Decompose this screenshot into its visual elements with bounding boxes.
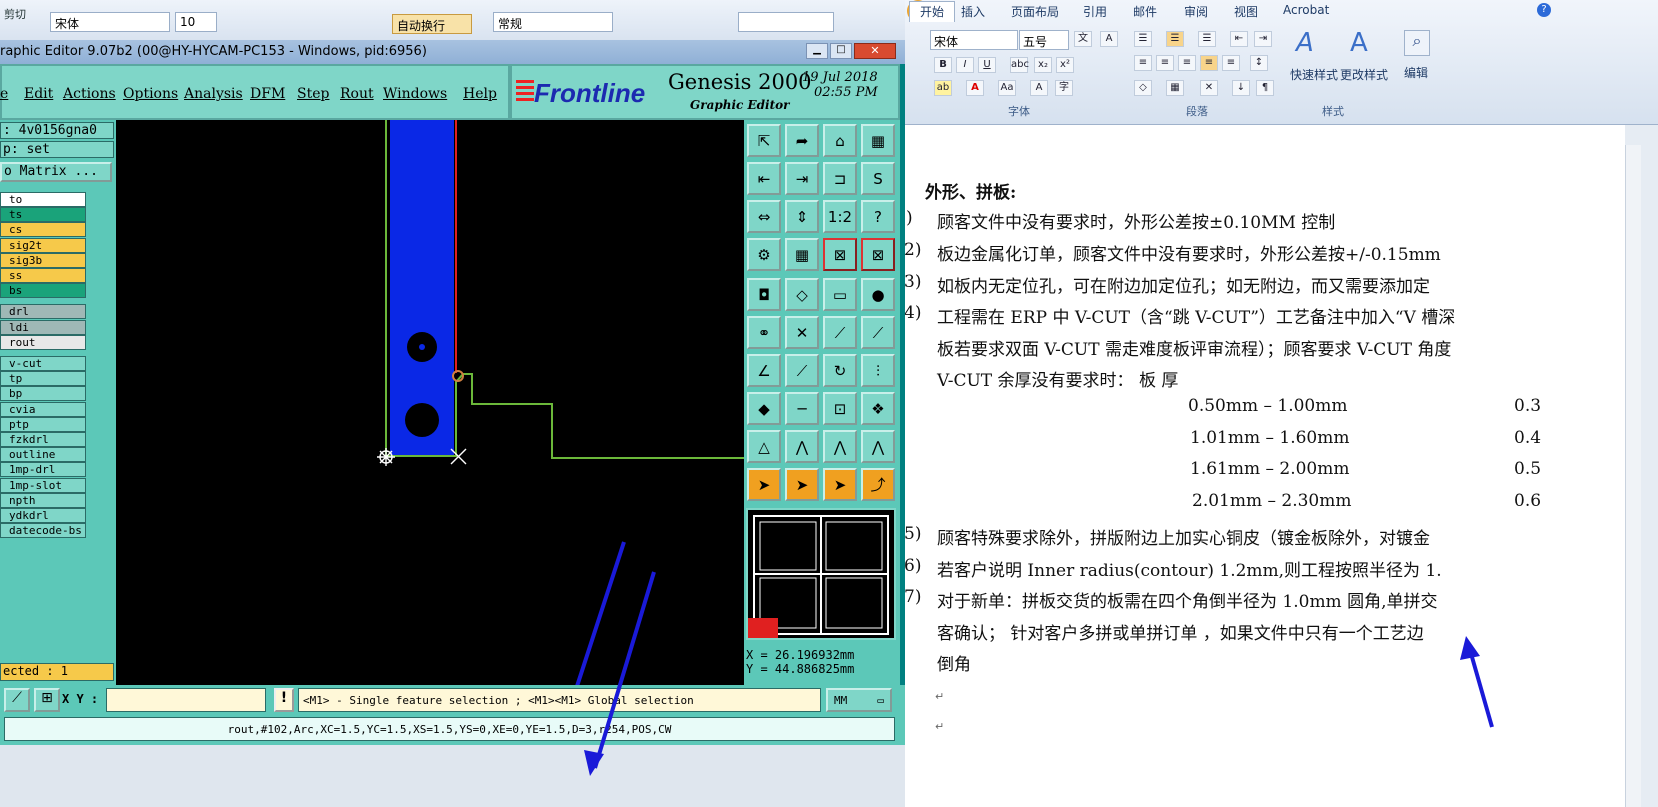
arrow-to-feature-info [584,571,656,776]
annotation-overlay [584,571,1494,776]
arrow-to-doc-text [1460,636,1494,728]
